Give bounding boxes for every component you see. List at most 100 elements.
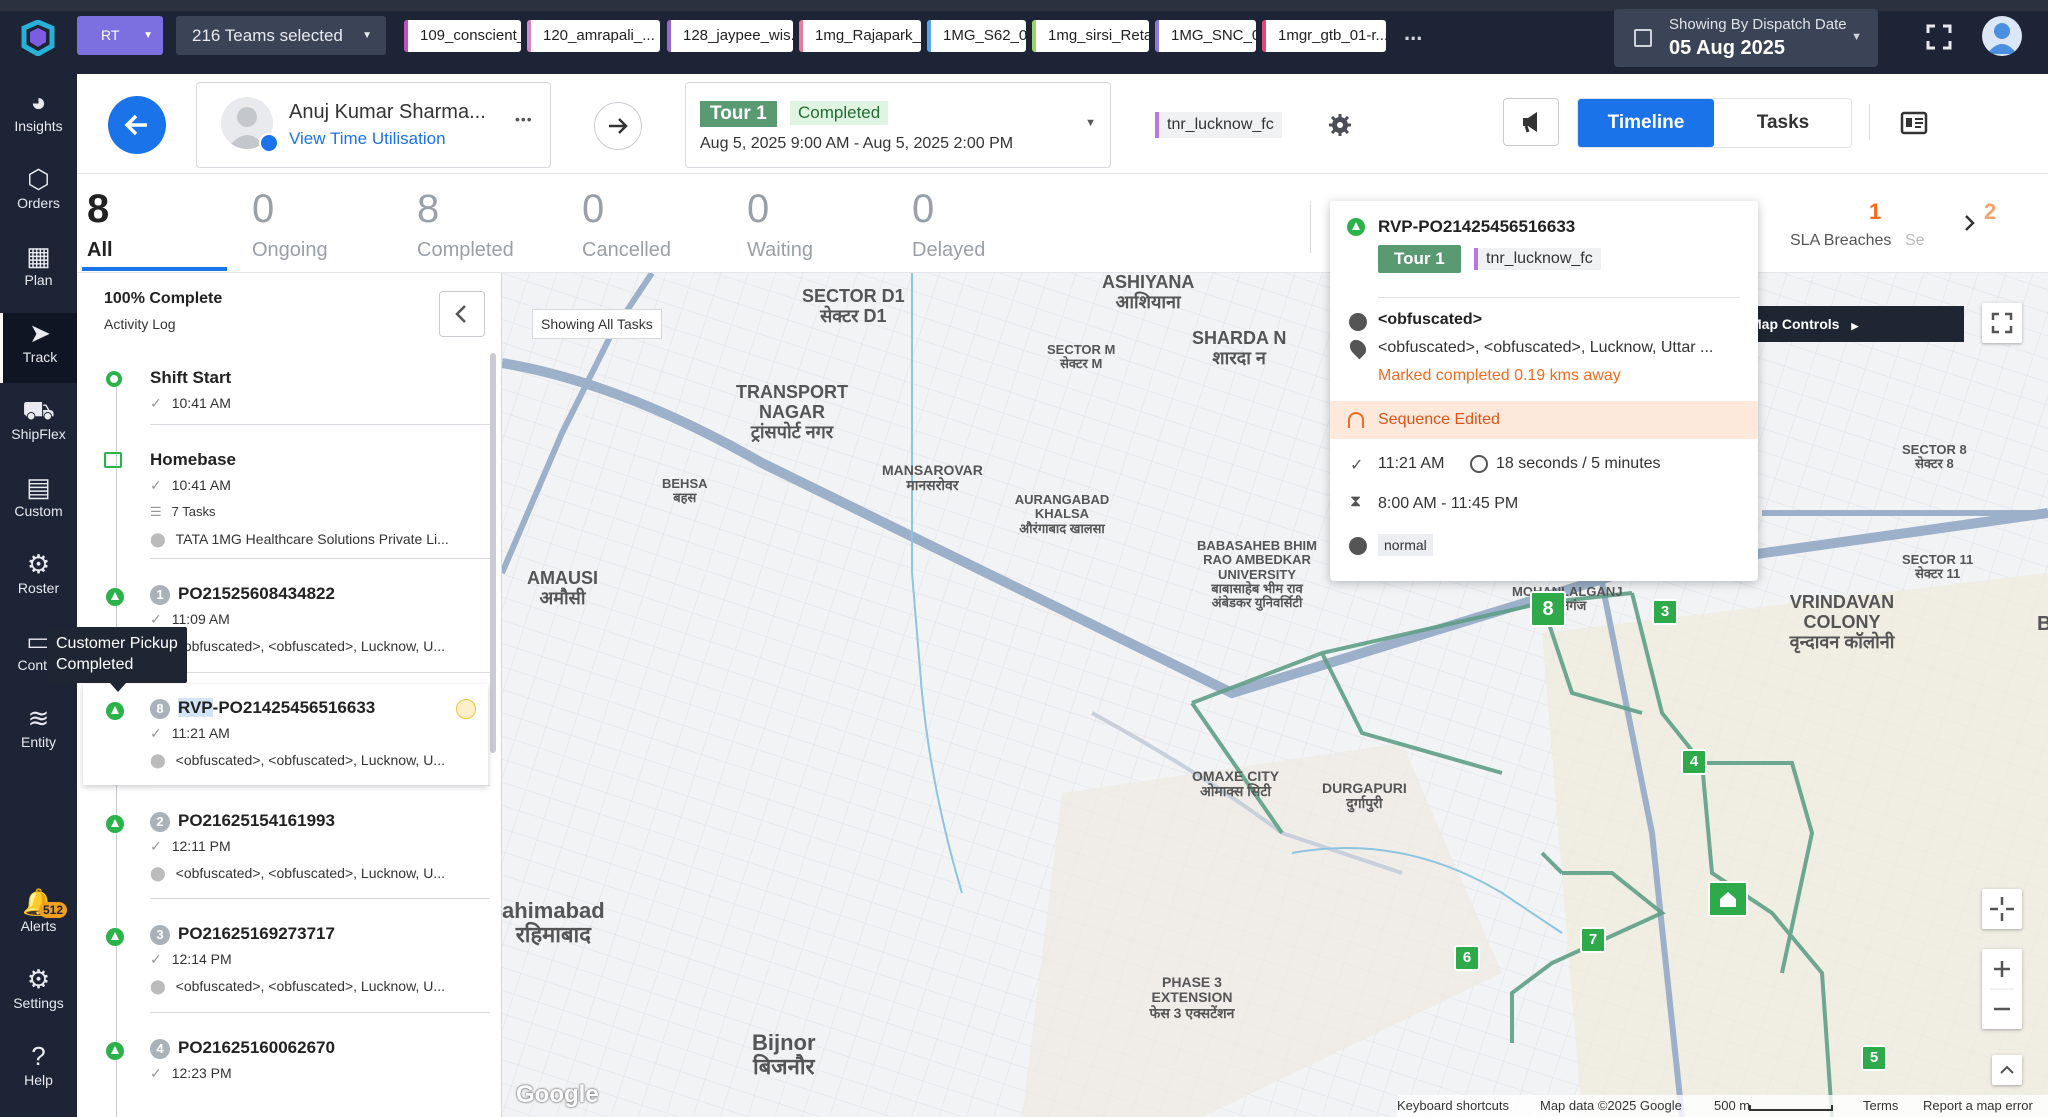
zoom-out-button[interactable] xyxy=(1982,989,2022,1029)
stat-right-label[interactable]: SLA Breaches xyxy=(1790,232,1891,250)
pickup-completed-icon xyxy=(106,928,124,946)
agent-more-button[interactable]: ••• xyxy=(515,111,533,127)
stat-ongoing-label[interactable]: Ongoing xyxy=(252,239,328,262)
nav-item-custom[interactable]: ▤ Custom xyxy=(0,467,77,537)
activity-panel: 100% Complete Activity Log Shift Start ✓ 1… xyxy=(77,273,502,1117)
insights-icon: ◕ xyxy=(30,87,47,117)
chevron-right-icon[interactable] xyxy=(1959,213,1979,233)
sequence-number: 3 xyxy=(150,925,170,945)
team-chip[interactable]: 1MG_S62_01 xyxy=(927,20,1026,52)
map-fullscreen-icon[interactable] xyxy=(1982,303,2022,343)
dispatch-date-picker[interactable]: Showing By Dispatch Date 05 Aug 2025 ▼ xyxy=(1614,9,1878,67)
showing-all-tasks-badge[interactable]: Showing All Tasks xyxy=(532,309,662,339)
back-button[interactable] xyxy=(108,96,166,154)
stat-completed-count[interactable]: 8 xyxy=(417,187,439,232)
stat-all-label[interactable]: All xyxy=(87,239,113,262)
recenter-icon[interactable] xyxy=(1982,889,2022,929)
settings-gear-icon[interactable] xyxy=(1328,113,1352,137)
shift-start-icon xyxy=(106,371,122,387)
announce-button[interactable] xyxy=(1503,98,1559,146)
team-chip[interactable]: 1MG_SNC_01 xyxy=(1155,20,1256,52)
scroll-top-button[interactable] xyxy=(1992,1055,2022,1085)
nav-item-settings[interactable]: ⚙ Settings xyxy=(0,959,77,1029)
sequence-number: 1 xyxy=(150,585,170,605)
nav-label: Insights xyxy=(14,118,63,134)
task-marker[interactable]: 6 xyxy=(1454,945,1480,971)
popup-completed-time: 11:21 AM xyxy=(1378,455,1445,472)
next-agent-button[interactable] xyxy=(594,102,642,150)
divider xyxy=(1869,104,1870,140)
task-marker[interactable]: 5 xyxy=(1861,1045,1887,1071)
map-controls-button[interactable]: Map Controls ▶ xyxy=(1742,306,1964,342)
task-entry[interactable]: 8 RVP-PO21425456516633 ✓ 11:21 AM ⬤ <obfuscat… xyxy=(83,684,488,785)
user-avatar[interactable] xyxy=(1982,16,2022,56)
task-marker[interactable]: 7 xyxy=(1580,927,1606,953)
team-chip[interactable]: 1mg_Rajapark_... xyxy=(799,20,921,52)
stat-waiting-label[interactable]: Waiting xyxy=(747,239,813,262)
tasks-tab[interactable]: Tasks xyxy=(1714,99,1852,147)
team-chip[interactable]: 120_amrapali_... xyxy=(527,20,660,52)
stat-cancelled-label[interactable]: Cancelled xyxy=(582,239,671,262)
timeline-tab[interactable]: Timeline xyxy=(1578,99,1714,147)
report-map-error-link[interactable]: Report a map error xyxy=(1923,1095,2033,1117)
plan-icon: ▦ xyxy=(26,241,51,271)
view-time-utilisation-link[interactable]: View Time Utilisation xyxy=(289,129,446,149)
collapse-panel-button[interactable] xyxy=(439,291,485,337)
terms-link[interactable]: Terms xyxy=(1863,1095,1898,1117)
active-stat-underline xyxy=(82,267,227,271)
stat-delayed-label[interactable]: Delayed xyxy=(912,239,985,262)
stat-right-count[interactable]: 2 xyxy=(1984,199,1996,225)
entry-title: -PO21425456516633 xyxy=(212,698,376,717)
divider xyxy=(1378,297,1740,298)
task-marker[interactable]: 4 xyxy=(1681,749,1707,775)
popup-task-id[interactable]: RVP-PO21425456516633 xyxy=(1378,217,1575,237)
nav-item-track[interactable]: ➤ Track xyxy=(0,313,77,383)
nav-item-entity[interactable]: ≋ Entity xyxy=(0,698,77,768)
list-icon: ☰ xyxy=(150,504,162,519)
stat-completed-label[interactable]: Completed xyxy=(417,239,514,262)
track-icon: ➤ xyxy=(29,318,51,348)
team-chip[interactable]: 1mgr_gtb_01-r... xyxy=(1262,20,1386,52)
location-pin-icon: ⬤ xyxy=(150,865,166,881)
home-marker[interactable] xyxy=(1708,881,1748,917)
team-chip[interactable]: 1mg_sirsi_Retail xyxy=(1032,20,1149,52)
map-place-label: SECTOR D1 सेक्टर D1 xyxy=(802,286,905,326)
team-chip[interactable]: 109_conscient_... xyxy=(404,20,521,52)
gear-icon: ⚙ xyxy=(26,549,51,579)
task-marker[interactable]: 3 xyxy=(1652,599,1678,625)
team-chip[interactable]: 128_jaypee_wis... xyxy=(667,20,793,52)
stat-ongoing-count[interactable]: 0 xyxy=(252,187,274,232)
nav-item-orders[interactable]: ⬡ Orders xyxy=(0,159,77,229)
nav-item-roster[interactable]: ⚙ Roster xyxy=(0,544,77,614)
details-card-icon[interactable] xyxy=(1900,111,1928,135)
more-teams-button[interactable]: ... xyxy=(1404,22,1422,44)
scale-bar xyxy=(1749,1105,1833,1111)
scrollbar[interactable] xyxy=(490,353,496,753)
team-selector[interactable]: 216 Teams selected ▼ xyxy=(176,16,386,55)
stat-right-count[interactable]: 1 xyxy=(1869,199,1881,225)
tour-selector[interactable]: Tour 1 Completed Aug 5, 2025 9:00 AM - A… xyxy=(685,82,1111,168)
nav-item-help[interactable]: ? Help xyxy=(0,1036,77,1106)
scale-label[interactable]: 500 m xyxy=(1714,1095,1750,1117)
fullscreen-icon[interactable] xyxy=(1926,24,1952,50)
keyboard-shortcuts-link[interactable]: Keyboard shortcuts xyxy=(1397,1095,1509,1117)
nav-label: Plan xyxy=(24,272,53,288)
popup-hub-tag: tnr_lucknow_fc xyxy=(1474,248,1601,270)
entry-time: ✓ 12:11 PM xyxy=(150,838,231,854)
stat-right-label[interactable]: Se xyxy=(1905,232,1925,250)
map-place-label: B xyxy=(2037,613,2048,635)
stat-all-count[interactable]: 8 xyxy=(87,187,109,232)
nav-item-insights[interactable]: ◕ Insights xyxy=(0,82,77,152)
app-logo[interactable] xyxy=(20,19,56,57)
stat-cancelled-count[interactable]: 0 xyxy=(582,187,604,232)
divider xyxy=(150,1012,490,1013)
org-switcher[interactable]: RT ▼ xyxy=(77,16,163,55)
stat-waiting-count[interactable]: 0 xyxy=(747,187,769,232)
map[interactable]: SECTOR D1 सेक्टर D1 ASHIYANA आशियाना SECTOR … xyxy=(502,273,2048,1117)
view-toggle: Timeline Tasks xyxy=(1577,98,1852,148)
nav-item-shipflex[interactable]: ⛟ ShipFlex xyxy=(0,390,77,460)
nav-item-alerts[interactable]: 🔔 512 Alerts xyxy=(0,882,77,952)
task-marker[interactable]: 8 xyxy=(1530,591,1566,627)
stat-delayed-count[interactable]: 0 xyxy=(912,187,934,232)
nav-item-plan[interactable]: ▦ Plan xyxy=(0,236,77,306)
